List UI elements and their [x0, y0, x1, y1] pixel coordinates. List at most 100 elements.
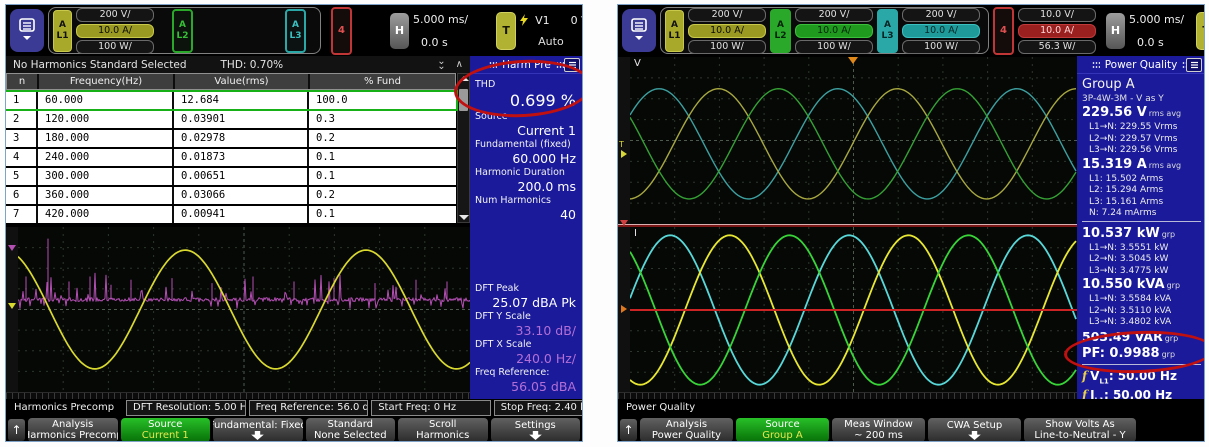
field-value: 40 — [475, 207, 578, 222]
channel-l1-scales: 200 V/ 10.0 A/ 100 W/ — [76, 8, 154, 54]
summary-readout: PF: 0.9988grp — [1082, 346, 1201, 363]
down-arrow-icon — [529, 431, 542, 440]
panel-menu-button[interactable] — [564, 58, 580, 72]
dft-and-current-plot — [18, 227, 470, 392]
channel-badge-l3[interactable]: AL3 — [285, 9, 306, 53]
horizontal-key[interactable]: H — [1106, 13, 1125, 49]
current-zero-marker[interactable] — [621, 305, 627, 313]
watts-scale[interactable]: 100 W/ — [688, 40, 766, 54]
softkey-cwa-setup[interactable]: CWA Setup — [928, 418, 1021, 442]
softkey-source[interactable]: SourceGroup A — [736, 418, 829, 442]
field-label: DFT Peak — [475, 282, 578, 295]
horizontal-controls[interactable]: H 5.000 ms/ 0.0 s — [1106, 13, 1184, 49]
amps-scale[interactable]: 10.0 A/ — [795, 24, 873, 38]
field-label: Num Harmonics — [475, 194, 578, 207]
table-scrollbar[interactable] — [457, 73, 470, 223]
volts-scale[interactable]: 200 V/ — [688, 8, 766, 22]
table-row[interactable]: 3180.0000.029780.2 — [6, 130, 456, 147]
softkey-fundamental-fixed[interactable]: Fundamental: Fixed — [213, 418, 303, 442]
trigger-key[interactable]: T — [496, 12, 516, 50]
collapse-double-chevron-icon[interactable]: ⌄⌄ — [437, 59, 445, 70]
trigger-position-icon[interactable] — [848, 57, 858, 69]
menu-button[interactable] — [622, 9, 656, 52]
three-phase-voltage-plot — [630, 57, 1077, 224]
volts-scale[interactable]: 200 V/ — [76, 8, 154, 22]
watts-scale[interactable]: 100 W/ — [902, 40, 980, 54]
table-row[interactable]: 6360.0000.030660.2 — [6, 187, 456, 204]
softkey-source[interactable]: SourceCurrent 1 — [121, 418, 211, 442]
channel-badge-l2[interactable]: AL2 — [172, 9, 193, 53]
trigger-values: V1 0 V Auto — [520, 14, 583, 48]
watts-scale[interactable]: 100 W/ — [795, 40, 873, 54]
summary-readout: 15.319 Arms avg — [1082, 157, 1201, 174]
phase-readout: L3→N: 3.4775 kW — [1082, 266, 1201, 278]
menu-button[interactable] — [10, 9, 44, 52]
phase-readout: L3: 15.161 Arms — [1082, 197, 1201, 209]
volts-scale[interactable]: 200 V/ — [902, 8, 980, 22]
amps-scale[interactable]: 10.0 A/ — [76, 24, 154, 38]
mode-label: Harmonics Precomp — [6, 402, 126, 413]
channel-badge-4[interactable]: 4 — [331, 7, 352, 55]
amps-scale[interactable]: 10.0 A/ — [688, 24, 766, 38]
softkey-meas-window[interactable]: Meas Window~ 200 ms — [832, 418, 925, 442]
voltage-panel-label: V — [634, 58, 641, 69]
table-row[interactable]: 4240.0000.018730.1 — [6, 149, 456, 166]
volts-scale[interactable]: 200 V/ — [795, 8, 873, 22]
softkey-settings[interactable]: Settings — [491, 418, 581, 442]
trigger-controls[interactable]: T V1 0 V Auto — [496, 12, 583, 50]
channel4-ground-marker[interactable] — [620, 220, 628, 226]
amps-scale[interactable]: 10.0 A/ — [902, 24, 980, 38]
field-value: 200.0 ms — [475, 179, 578, 194]
softkey-standard[interactable]: StandardNone Selected — [306, 418, 396, 442]
channel-badge-l3[interactable]: AL3 — [877, 9, 898, 53]
voltage-waveform-display: T V — [618, 57, 1077, 224]
softkey-show-volts-as[interactable]: Show Volts AsLine-to-Neutral - Y — [1024, 418, 1136, 442]
group-label: Group A — [1082, 76, 1201, 93]
scrollbar-thumb[interactable] — [459, 89, 468, 111]
trigger-key[interactable]: T — [1196, 12, 1205, 50]
softkey-up-button[interactable]: ↑ — [8, 419, 25, 441]
frequency-readout: fVL1: 50.00 Hz — [1082, 369, 1201, 388]
scroll-down-icon[interactable] — [459, 215, 469, 220]
trigger-controls[interactable]: T V1 0 V Auto — [1196, 12, 1205, 50]
softkey-up-button[interactable]: ↑ — [620, 419, 637, 441]
marker-strip: T — [618, 57, 630, 224]
down-arrow-icon — [251, 431, 264, 440]
channel-badge-l1[interactable]: AL1 — [53, 10, 72, 52]
volts-scale[interactable]: 10.0 V/ — [1018, 8, 1096, 22]
softkey-analysis[interactable]: AnalysisPower Quality — [640, 418, 733, 442]
marker-strip — [618, 227, 630, 393]
wiring-config: 3P-4W-3M - V as Y — [1082, 93, 1201, 105]
panel-menu-button[interactable] — [1186, 58, 1202, 72]
channel-badge-l2[interactable]: AL2 — [770, 9, 791, 53]
harm-pre-fields: THD0.699 %SourceCurrent 1Fundamental (fi… — [470, 74, 583, 394]
amps-scale[interactable]: 10.0 A/ — [1018, 24, 1096, 38]
watts-scale[interactable]: 100 W/ — [76, 40, 154, 54]
table-row[interactable]: 5300.0000.006510.1 — [6, 168, 456, 185]
table-row[interactable]: 2120.0000.039010.3 — [6, 111, 456, 128]
softkey-scroll[interactable]: ScrollHarmonics — [398, 418, 488, 442]
horizontal-controls[interactable]: H 5.000 ms/ 0.0 s — [390, 13, 468, 49]
trigger-level-marker[interactable]: T — [619, 141, 624, 149]
field-label: DFT Y Scale — [475, 310, 578, 323]
scroll-up-icon[interactable] — [459, 76, 469, 81]
timebase-scale: 5.000 ms/ — [413, 13, 468, 26]
list-icon — [1190, 61, 1199, 69]
marker-math-icon[interactable] — [8, 245, 16, 251]
marker-current-icon[interactable] — [8, 303, 16, 309]
sidebar-field: Freq Reference:56.05 dBA — [475, 366, 578, 394]
horizontal-values: 5.000 ms/ 0.0 s — [1129, 13, 1184, 49]
channel-badge-4[interactable]: 4 — [993, 7, 1014, 55]
header-bar-right: AL1 200 V/ 10.0 A/ 100 W/ AL2 200 V/ 10.… — [618, 5, 1204, 56]
table-cell: 0.2 — [309, 187, 456, 204]
watts-scale[interactable]: 56.3 W/ — [1018, 40, 1096, 54]
table-row[interactable]: 7420.0000.009410.1 — [6, 206, 456, 223]
channel-letter: 4 — [338, 25, 345, 37]
softkey-analysis[interactable]: AnalysisHarmonics Precomp — [28, 418, 118, 442]
drag-dots-icon — [1092, 61, 1100, 69]
expand-chevron-icon[interactable]: ∧ — [456, 59, 463, 70]
horizontal-key[interactable]: H — [390, 13, 409, 49]
menu-icon — [19, 18, 35, 32]
channel-badge-l1[interactable]: AL1 — [665, 10, 684, 52]
table-row[interactable]: 160.00012.684100.0 — [6, 92, 456, 109]
